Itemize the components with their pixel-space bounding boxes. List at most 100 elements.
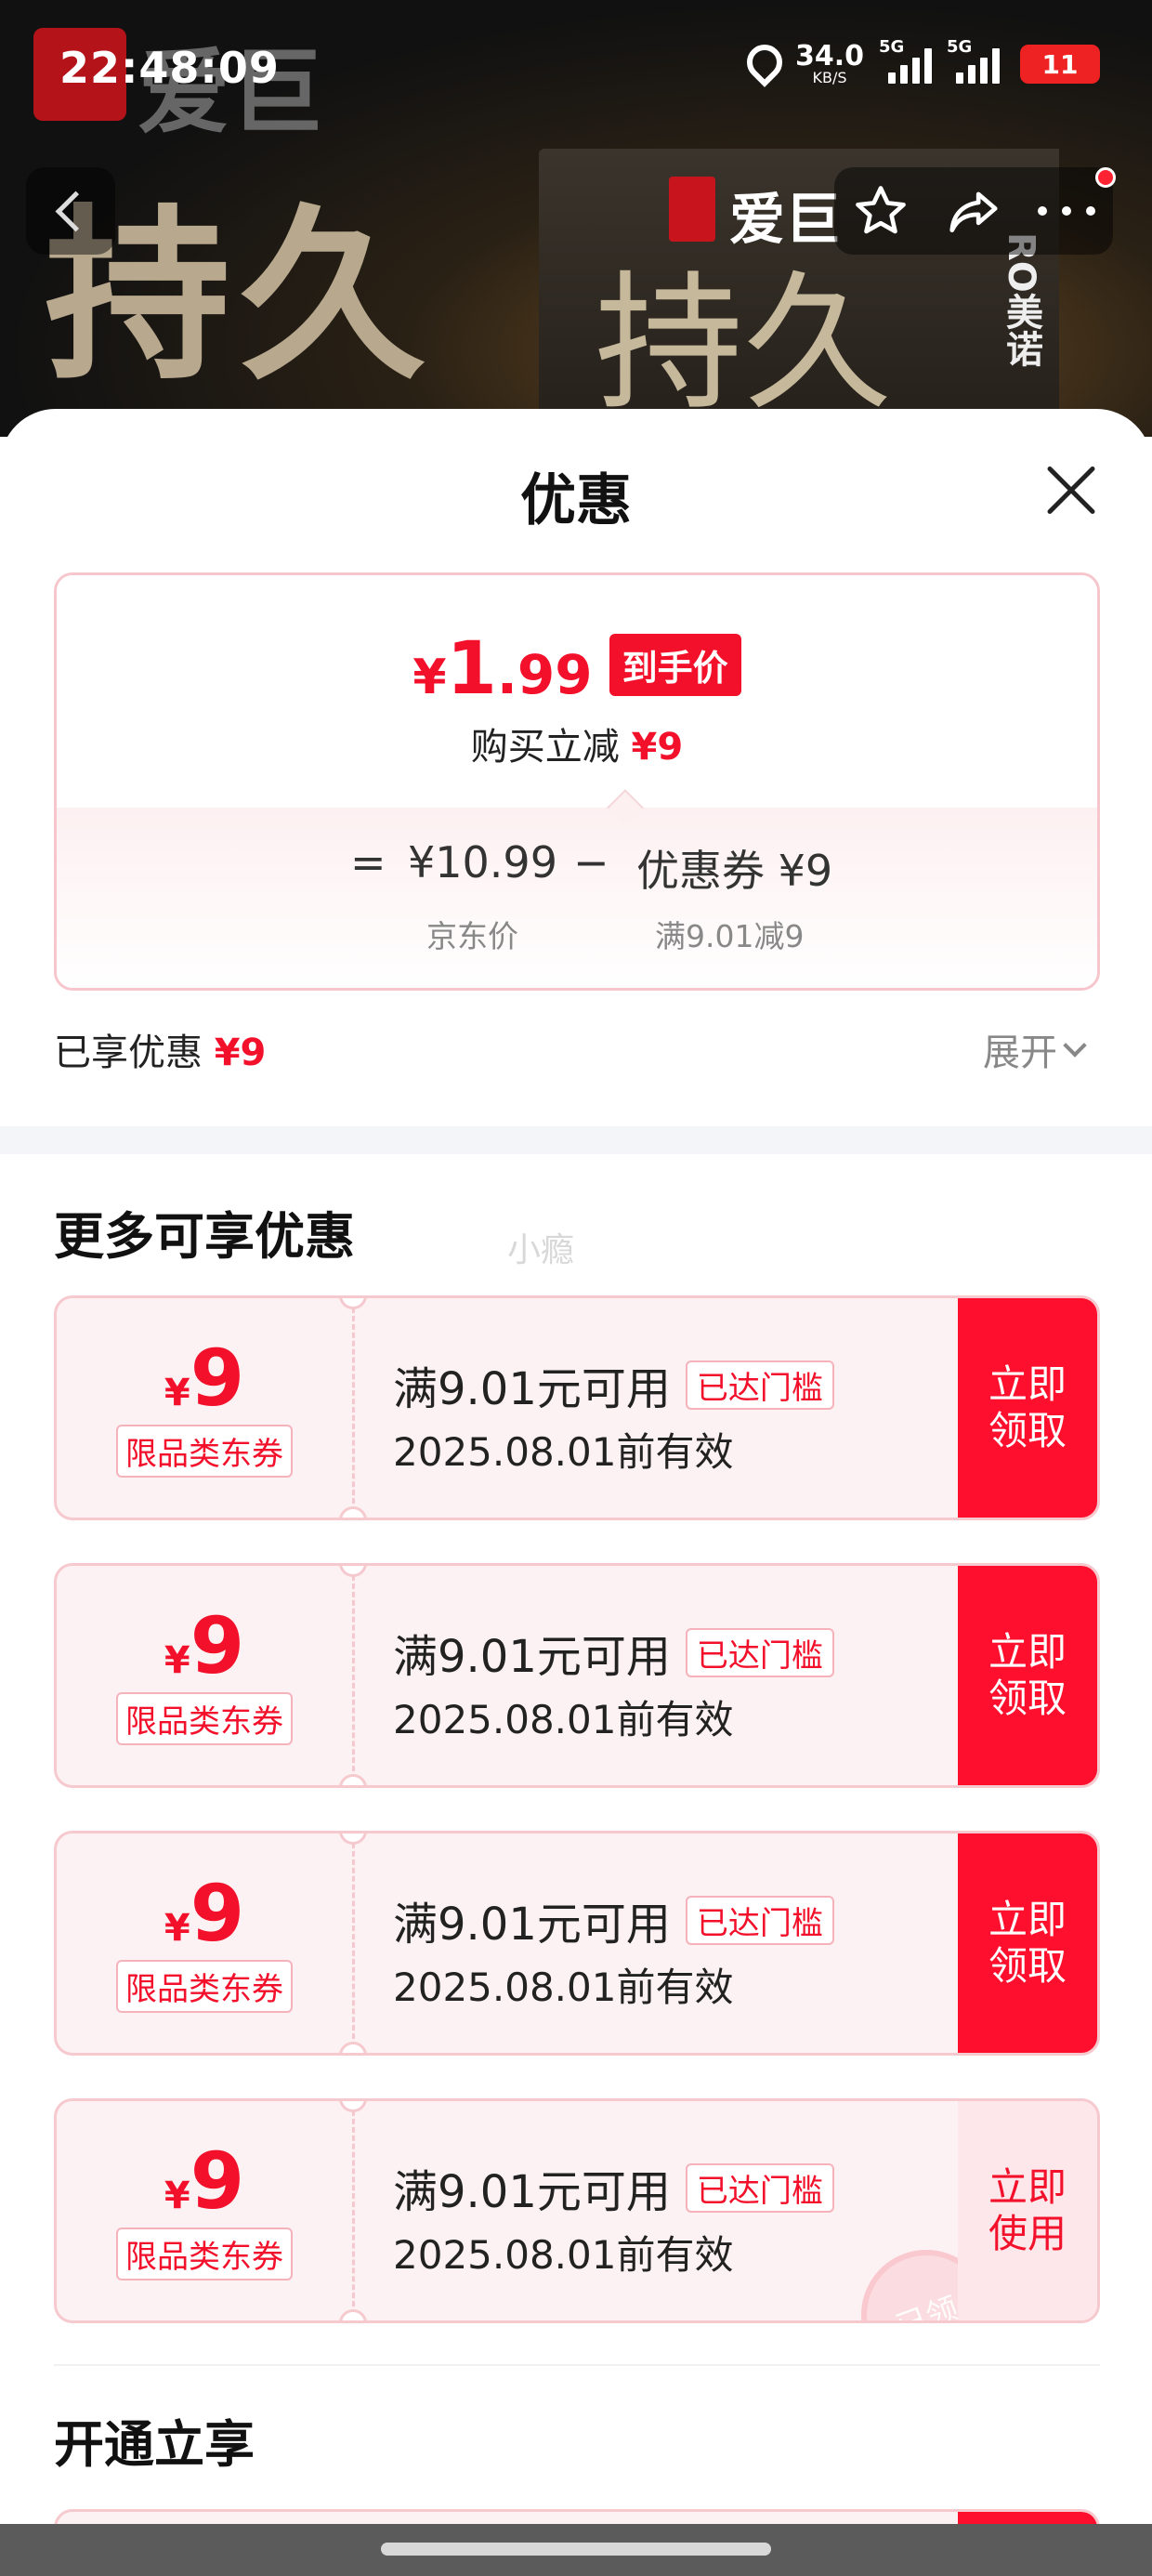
- coupon-separator: [352, 1308, 355, 1512]
- instant-discount-line: 购买立减 ¥9: [57, 716, 1097, 770]
- favorite-star-icon[interactable]: [852, 182, 910, 240]
- network-speed-unit: KB/S: [812, 69, 847, 86]
- battery-level: 11: [1041, 48, 1079, 80]
- coupon-validity: 2025.08.01前有效: [393, 1697, 734, 1742]
- enjoyed-discount-amount: ¥9: [214, 1032, 267, 1074]
- coupon-value-block: ¥ 9 限品类东券: [57, 1298, 352, 1518]
- chevron-down-icon: [1063, 1033, 1087, 1058]
- threshold-badge: 已达门槛: [685, 1895, 834, 1945]
- coupon-card: ¥ 9 限品类东券 满9.01元可用 已达门槛 2025.08.01前有效 立即…: [54, 1831, 1100, 2056]
- claim-coupon-button[interactable]: 立即 领取: [958, 1566, 1097, 1785]
- coupon-amount: ¥ 9: [164, 2142, 244, 2220]
- coupon-amount-value: 9: [190, 1867, 245, 1959]
- enjoyed-discount: 已享优惠 ¥9: [54, 1022, 266, 1076]
- status-time: 22:48:09: [59, 43, 280, 93]
- price-breakdown: = ¥10.99 − 优惠券 ¥9 京东价 满9.01减9: [57, 808, 1097, 988]
- box-logo: [669, 177, 715, 242]
- coupon-type: 限品类东券: [116, 1959, 293, 2013]
- final-price-currency: ¥: [412, 650, 447, 705]
- formula-equals: =: [350, 837, 386, 887]
- coupon-discount-value: 优惠券 ¥9: [636, 846, 833, 896]
- box-headline: 持久: [595, 256, 893, 430]
- coupon-condition-row: 满9.01元可用 已达门槛: [393, 1352, 834, 1417]
- formula-minus: −: [573, 837, 609, 887]
- coupon-details: 满9.01元可用 已达门槛 2025.08.01前有效: [393, 1352, 834, 1478]
- section-divider-line: [54, 2364, 1100, 2366]
- coupon-separator: [352, 1843, 355, 2047]
- final-price-card: ¥ 1 .99 到手价 购买立减 ¥9 = ¥10.99 − 优惠券 ¥9 京东…: [54, 572, 1100, 991]
- coupon-separator: [352, 2110, 355, 2315]
- home-indicator[interactable]: [381, 2543, 771, 2556]
- expand-button[interactable]: 展开: [983, 1022, 1087, 1076]
- coupon-condition: 满9.01元可用: [393, 1899, 671, 1951]
- final-price-decimal: .99: [496, 643, 593, 706]
- share-icon[interactable]: [945, 182, 1002, 240]
- coupon-type: 限品类东券: [116, 2227, 293, 2280]
- coupon-card: ¥ 9 限品类东券 满9.01元可用 已达门槛 2025.08.01前有效 已领…: [54, 2098, 1100, 2323]
- open-membership-title: 开通立享: [54, 2415, 255, 2474]
- coupon-condition-row: 满9.01元可用 已达门槛: [393, 2155, 834, 2220]
- more-discounts-title: 更多可享优惠: [54, 1207, 355, 1266]
- coupon-amount: ¥ 9: [164, 1874, 244, 1952]
- coupon-separator: [352, 1575, 355, 1780]
- expand-label: 展开: [983, 1032, 1057, 1074]
- coupon-validity: 2025.08.01前有效: [393, 2232, 734, 2278]
- section-divider: [0, 1126, 1152, 1154]
- sheet-title: 优惠: [520, 468, 632, 533]
- final-price: ¥ 1 .99: [412, 627, 592, 711]
- enjoyed-discount-label: 已享优惠: [54, 1032, 215, 1074]
- signal-icon-1: 5G: [879, 37, 932, 84]
- coupon-condition: 满9.01元可用: [393, 2166, 671, 2218]
- jd-price-label: 京东价: [426, 918, 518, 954]
- coupon-validity: 2025.08.01前有效: [393, 1965, 734, 2010]
- status-bar: 22:48:09 34.0 KB/S 5G 5G 11: [0, 0, 1152, 138]
- notification-dot: [1095, 167, 1116, 188]
- coupon-type: 限品类东券: [116, 1424, 293, 1478]
- coupon-amount-value: 9: [190, 1332, 245, 1424]
- coupon-details: 满9.01元可用 已达门槛 2025.08.01前有效: [393, 1620, 834, 1745]
- coupon-card: ¥ 9 限品类东券 满9.01元可用 已达门槛 2025.08.01前有效 立即…: [54, 1295, 1100, 1520]
- back-button[interactable]: [26, 167, 115, 255]
- discount-sheet: 优惠 ¥ 1 .99 到手价 购买立减 ¥9 = ¥10.99 − 优惠券 ¥9: [0, 409, 1152, 2576]
- coupon-amount: ¥ 9: [164, 1339, 244, 1417]
- final-price-tag: 到手价: [609, 634, 741, 696]
- coupon-card: ¥ 9 限品类东券 满9.01元可用 已达门槛 2025.08.01前有效 立即…: [54, 1563, 1100, 1788]
- jd-price-value: ¥10.99: [408, 837, 557, 887]
- signal-2-label: 5G: [947, 37, 973, 57]
- network-speed-value: 34.0: [794, 40, 864, 72]
- claim-coupon-button[interactable]: 立即 领取: [958, 1833, 1097, 2053]
- final-price-integer: 1: [446, 627, 497, 711]
- threshold-badge: 已达门槛: [685, 2162, 834, 2213]
- final-price-top: ¥ 1 .99 到手价 购买立减 ¥9: [57, 575, 1097, 808]
- coupon-condition: 满9.01元可用: [393, 1363, 671, 1415]
- coupon-validity: 2025.08.01前有效: [393, 1429, 734, 1475]
- coupon-currency: ¥: [164, 1638, 190, 1682]
- coupon-amount: ¥ 9: [164, 1607, 244, 1685]
- signal-1-label: 5G: [879, 37, 905, 57]
- coupon-currency: ¥: [164, 1906, 190, 1950]
- coupon-condition-row: 满9.01元可用 已达门槛: [393, 1887, 834, 1952]
- coupon-value-block: ¥ 9 限品类东券: [57, 2101, 352, 2320]
- status-indicators: 34.0 KB/S 5G 5G 11: [743, 37, 1100, 85]
- close-icon[interactable]: [1042, 463, 1098, 519]
- claim-coupon-button[interactable]: 立即 领取: [958, 1298, 1097, 1518]
- coupon-value-block: ¥ 9 限品类东券: [57, 1566, 352, 1785]
- more-options-icon[interactable]: [1038, 167, 1116, 240]
- coupon-type: 限品类东券: [116, 1691, 293, 1745]
- coupon-details: 满9.01元可用 已达门槛 2025.08.01前有效: [393, 2155, 834, 2280]
- signal-icon-2: 5G: [947, 37, 1000, 84]
- coupon-amount-value: 9: [190, 1599, 245, 1691]
- battery-icon: 11: [1020, 45, 1100, 84]
- final-price-row: ¥ 1 .99 到手价: [57, 627, 1097, 711]
- coupon-currency: ¥: [164, 1371, 190, 1414]
- coupon-value-block: ¥ 9 限品类东券: [57, 1833, 352, 2053]
- coupon-condition: 满9.01元可用: [393, 1631, 671, 1683]
- top-action-group: [834, 167, 1116, 255]
- coupon-condition-row: 满9.01元可用 已达门槛: [393, 1620, 834, 1685]
- use-coupon-button[interactable]: 立即 使用: [958, 2101, 1097, 2320]
- threshold-badge: 已达门槛: [685, 1627, 834, 1677]
- coupon-rule-label: 满9.01减9: [655, 918, 805, 954]
- network-speed: 34.0 KB/S: [795, 43, 864, 85]
- coupon-amount-value: 9: [190, 2135, 245, 2227]
- instant-discount-label: 购买立减: [470, 726, 632, 769]
